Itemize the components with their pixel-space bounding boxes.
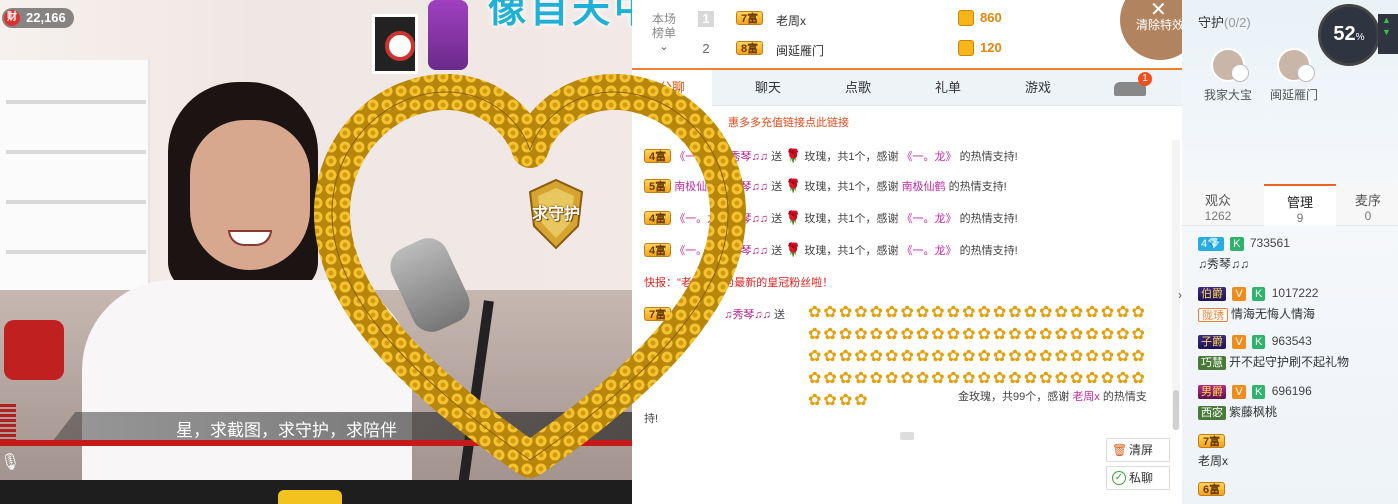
- tab-audience[interactable]: 观众 1262: [1182, 184, 1254, 226]
- chat-tabs: 公聊 聊天 点歌 礼单 游戏 1: [632, 70, 1182, 106]
- chevron-down-icon: ⌄: [659, 41, 669, 53]
- figurine: [428, 0, 468, 70]
- news-flash: 快报："老周x"成为最新的皇冠粉丝啦！: [644, 277, 834, 289]
- coin-icon: [958, 40, 974, 56]
- chat-message: 4富 《一。龙 ♫秀琴♫♫ 送 🌹 玫瑰，共1个，感谢 《一。龙》 的热情支持!: [644, 210, 1018, 226]
- k-badge: K: [1252, 384, 1266, 399]
- guard-member[interactable]: 我家大宝: [1198, 48, 1258, 103]
- guard-request-text: 求守护: [531, 206, 580, 223]
- list-item[interactable]: 子爵 V K 963543 巧慧 开不起守护刷不起礼物: [1198, 334, 1349, 370]
- resize-handle[interactable]: [900, 432, 914, 440]
- wealth-icon: 财: [4, 10, 20, 26]
- check-icon: ✓: [1112, 471, 1126, 485]
- tab-song-request[interactable]: 点歌: [818, 70, 898, 106]
- ranking-row[interactable]: 1 7富 老周x 860: [688, 4, 1118, 34]
- subtitle-banner: 星，求截图，求守护，求陪伴: [52, 412, 632, 442]
- tab-public-chat[interactable]: 公聊: [632, 70, 712, 106]
- chevron-right-icon[interactable]: ›: [1178, 288, 1182, 302]
- wealth-level-badge: 7富: [736, 11, 764, 25]
- rose-icon: 🌹: [785, 242, 802, 257]
- rose-icon: 🌹: [785, 178, 802, 193]
- recharge-promo-link[interactable]: 惠多多充值链接点此链接: [728, 114, 849, 130]
- rose-icon: 🌹: [785, 210, 802, 225]
- k-badge: K: [1252, 286, 1266, 301]
- chat-panel: 本场 榜单 ⌄ 1 7富 老周x 860 2 8富 闽延雁门 120 公聊 聊天…: [632, 0, 1182, 504]
- rank-value: 860: [980, 10, 1002, 25]
- avatar: [1211, 48, 1249, 82]
- list-item[interactable]: 4💎 K 733561 ♫秀琴♫♫: [1198, 236, 1290, 272]
- vip-badge: V: [1232, 286, 1246, 301]
- list-item[interactable]: 伯爵 V K 1017222 陇琇 情海无悔人情海: [1198, 286, 1318, 322]
- rank-user-name: 闽延雁门: [776, 44, 825, 58]
- guard-member[interactable]: 闽延雁门: [1264, 48, 1324, 103]
- ranking-row[interactable]: 2 8富 闽延雁门 120: [688, 34, 1118, 64]
- gift-tab[interactable]: [278, 490, 342, 504]
- wall-poster: [372, 14, 418, 74]
- cpu-usage-gauge[interactable]: 52%: [1318, 4, 1380, 66]
- toy: [4, 320, 64, 380]
- vip-badge: V: [1232, 384, 1246, 399]
- diamond-level-badge: 4💎: [1198, 236, 1224, 251]
- list-item[interactable]: 7富 老周x: [1198, 434, 1228, 469]
- chat-message: 5富 南极仙鹤 ♫秀琴♫♫ 送 🌹 玫瑰，共1个，感谢 南极仙鹤 的热情支持!: [644, 178, 1007, 194]
- session-ranking: 本场 榜单 ⌄ 1 7富 老周x 860 2 8富 闽延雁门 120: [632, 0, 1182, 70]
- subtitle-underline: [0, 440, 632, 446]
- video-stream[interactable]: 财 22,166 星，求截图，求守护，求陪伴 🎙: [0, 0, 632, 504]
- ranking-label[interactable]: 本场 榜单 ⌄: [650, 12, 678, 54]
- clear-screen-button[interactable]: 🗑 清屏: [1106, 438, 1170, 462]
- tab-managers[interactable]: 管理 9: [1264, 184, 1336, 226]
- tab-chat[interactable]: 聊天: [728, 70, 808, 106]
- vip-badge: V: [1232, 334, 1246, 349]
- network-speed: ▲ ▼: [1378, 14, 1398, 54]
- notification-badge: 1: [1138, 72, 1152, 86]
- big-gift-message: 7富 ♫秀琴♫♫ 送: [644, 306, 785, 322]
- trash-icon: 🗑: [1112, 443, 1128, 457]
- k-badge: K: [1230, 236, 1244, 251]
- rank-number: 2: [702, 41, 710, 56]
- tab-mic-queue[interactable]: 麦序 0: [1332, 184, 1398, 226]
- rose-icon: 🌹: [785, 148, 802, 163]
- avatar: [1277, 48, 1315, 82]
- gold-rose-icons: ✿✿✿✿✿✿✿✿✿✿✿✿✿✿✿✿✿✿✿✿✿✿✿✿✿✿✿✿✿✿✿✿✿✿✿✿✿✿✿✿…: [808, 304, 1147, 409]
- list-item[interactable]: 男爵 V K 696196 西宓 紫藤枫桃: [1198, 384, 1312, 420]
- chat-message: 4富 《一。龙 ♫秀琴♫♫ 送 🌹 玫瑰，共1个，感谢 《一。龙》 的热情支持!: [644, 242, 1018, 258]
- guard-title: 守护(0/2): [1198, 15, 1251, 30]
- chat-message: 4富 《一。龙 ♫秀琴♫♫ 送 🌹 玫瑰，共1个，感谢 《一。龙》 的热情支持!: [644, 148, 1018, 164]
- audience-panel: 守护(0/2) 我家大宝 闽延雁门 52% ▲ ▼ 观众 1262 管理 9 麦序…: [1178, 0, 1398, 504]
- subtitle-text: 星，求截图，求守护，求陪伴: [176, 421, 397, 440]
- private-chat-button[interactable]: ✓ 私聊: [1106, 466, 1170, 490]
- tab-gift-list[interactable]: 礼单: [908, 70, 988, 106]
- tab-games[interactable]: 游戏: [998, 70, 1078, 106]
- rank-user-name: 老周x: [776, 14, 807, 28]
- big-gift-summary-end: 持!: [644, 413, 659, 425]
- rank-value: 120: [980, 40, 1002, 55]
- wealth-level-badge: 8富: [736, 41, 764, 55]
- rank-number: 1: [698, 11, 714, 27]
- viewer-count-value: 22,166: [26, 10, 66, 25]
- chat-scrollbar[interactable]: [1172, 140, 1180, 430]
- viewer-count: 财 22,166: [2, 8, 74, 28]
- coin-icon: [958, 10, 974, 26]
- k-badge: K: [1252, 334, 1266, 349]
- list-item[interactable]: 6富: [1198, 482, 1226, 496]
- audience-tabs: 观众 1262 管理 9 麦序 0: [1182, 184, 1398, 226]
- microphone-icon[interactable]: 🎙: [0, 452, 20, 478]
